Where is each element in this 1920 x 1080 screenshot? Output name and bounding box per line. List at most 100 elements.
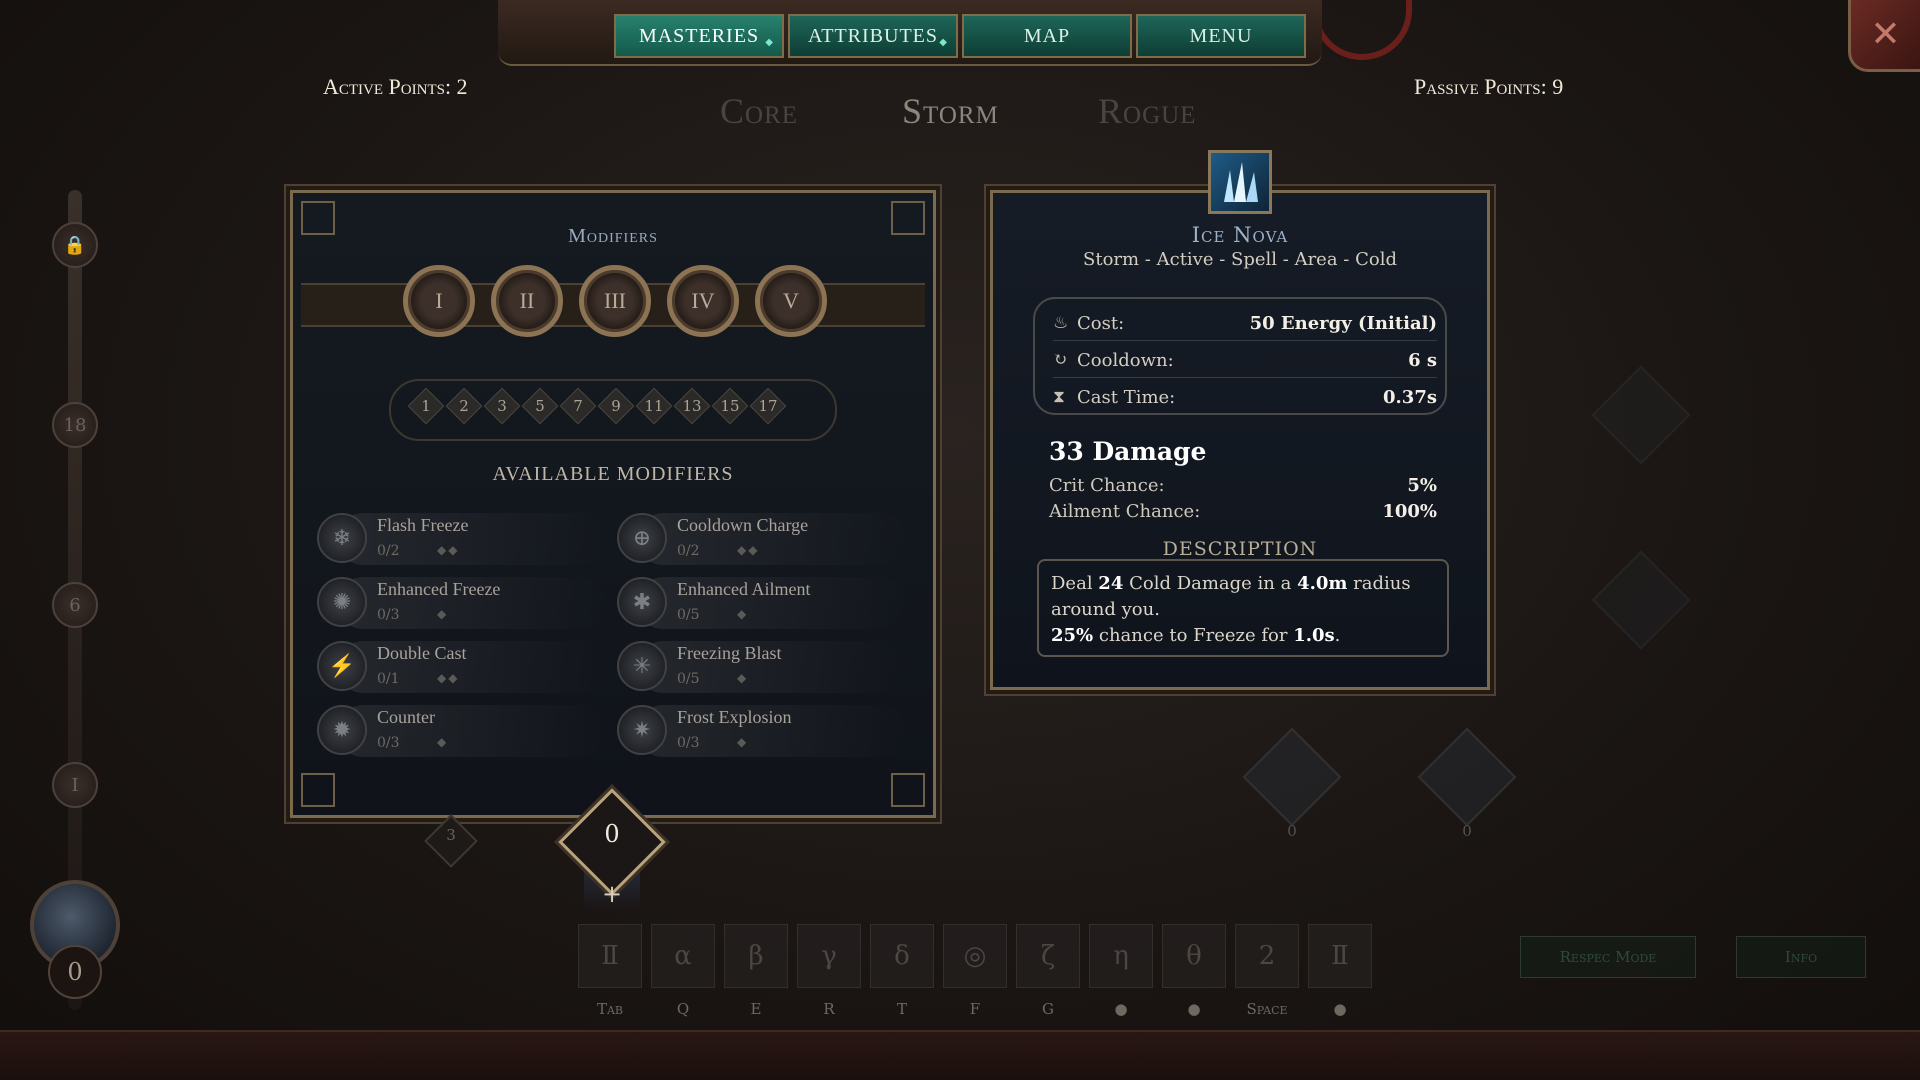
notification-dot-icon: ◆ [765,37,774,48]
mastery-tab-storm[interactable]: Storm [902,90,999,132]
modifier-flash-freeze[interactable]: ❄ Flash Freeze 0/2 ◆◆ [317,509,607,567]
skill-details-panel: Ice Nova Storm - Active - Spell - Area -… [990,190,1490,690]
level-requirement: 9 [611,397,621,415]
desc-text: Cold Damage in a [1123,573,1298,594]
snowflake-icon: ❄ [317,513,367,563]
modifier-enhanced-ailment[interactable]: ✱ Enhanced Ailment 0/5 ◆ [617,573,907,631]
tab-map[interactable]: Map [962,14,1132,58]
energy-icon: ♨ [1053,313,1069,333]
skill-damage: 33 Damage [1049,437,1207,466]
modifier-counter[interactable]: ✹ Counter 0/3 ◆ [317,701,607,759]
hotbar-key-label: T [896,1000,907,1018]
tier-button-4[interactable]: IV [667,265,739,337]
modifier-double-cast[interactable]: ⚡ Double Cast 0/1 ◆◆ [317,637,607,695]
modifier-frost-explosion[interactable]: ✷ Frost Explosion 0/3 ◆ [617,701,907,759]
modifier-cost-diamonds: ◆ [437,607,449,621]
hotbar-key-label: Tab [596,1000,624,1018]
hotbar-slot[interactable]: Ⅱ [1308,924,1372,988]
tab-masteries[interactable]: Masteries ◆ [614,14,784,58]
modifier-count: 0/3 [377,735,400,751]
locked-passive-node [1591,550,1691,650]
add-point-button[interactable]: + [600,880,624,910]
modifier-count: 0/3 [677,735,700,751]
level-requirement: 2 [459,397,469,415]
tab-menu-label: Menu [1189,24,1253,47]
stat-value: 0.37s [1383,387,1437,408]
tier-button-3[interactable]: III [579,265,651,337]
level-requirement: 1 [421,397,431,415]
hotbar-key-label: Q [676,1000,690,1018]
stat-label: Cooldown: [1077,350,1174,371]
active-points: Active Points: 2 [323,74,468,99]
stat-value: 6 s [1408,350,1437,371]
mastery-tab-core[interactable]: Core [720,90,798,132]
modifier-name: Enhanced Ailment [677,579,811,599]
track-node-18: 18 [52,402,98,448]
desc-value: 4.0m [1297,573,1348,594]
passive-node-value: 0 [1287,822,1297,840]
respec-mode-button[interactable]: Respec Mode [1520,936,1696,978]
desc-value: 1.0s [1293,625,1335,646]
skill-description: Deal 24 Cold Damage in a 4.0m radius aro… [1037,559,1449,657]
hotbar-slot[interactable]: 2 [1235,924,1299,988]
modifier-name: Enhanced Freeze [377,579,501,599]
ailment-chance-label: Ailment Chance: [1049,501,1201,522]
modifier-name: Frost Explosion [677,707,792,727]
tier-button-1[interactable]: I [403,265,475,337]
modifier-cooldown-charge[interactable]: ⊕ Cooldown Charge 0/2 ◆◆ [617,509,907,567]
passive-node[interactable] [1417,727,1517,827]
hotbar-key-label: E [750,1000,762,1018]
modifier-count: 0/2 [677,543,700,559]
cooldown-icon: ↻ [1053,350,1068,370]
modifier-enhanced-freeze[interactable]: ✺ Enhanced Freeze 0/3 ◆ [317,573,607,631]
cooldown-icon: ⊕ [617,513,667,563]
tab-attributes-label: Attributes [808,24,938,47]
modifier-cost-diamonds: ◆◆ [737,543,760,557]
modifier-name: Flash Freeze [377,515,469,535]
hotbar-slot[interactable]: β [724,924,788,988]
hotbar-slot[interactable]: ζ [1016,924,1080,988]
hotbar-slot[interactable]: θ [1162,924,1226,988]
hotbar-slot[interactable]: Ⅱ [578,924,642,988]
close-button[interactable]: ✕ [1848,0,1920,72]
hotbar-key-label: G [1042,1000,1054,1018]
desc-value: 25% [1051,625,1094,646]
tier-button-5[interactable]: V [755,265,827,337]
tab-map-label: Map [1023,24,1071,47]
notification-dot-icon: ◆ [939,37,948,48]
info-button[interactable]: Info [1736,936,1866,978]
tab-menu[interactable]: Menu [1136,14,1306,58]
desc-text: . [1334,625,1341,646]
hotbar-slot[interactable]: γ [797,924,861,988]
passive-points: Passive Points: 9 [1414,74,1564,99]
mastery-tab-rogue[interactable]: Rogue [1098,90,1196,132]
description-title: DESCRIPTION [1162,538,1318,560]
modifier-freezing-blast[interactable]: ✳ Freezing Blast 0/5 ◆ [617,637,907,695]
tier-button-2[interactable]: II [491,265,563,337]
stat-cost: ♨ Cost: 50 Energy (Initial) [1053,311,1437,341]
hotbar-slot[interactable]: α [651,924,715,988]
stat-value: 50 Energy (Initial) [1249,313,1437,334]
hotbar-slot[interactable]: η [1089,924,1153,988]
level-requirement: 3 [497,397,507,415]
level-requirement: 5 [535,397,545,415]
modifier-cost-diamonds: ◆ [737,607,749,621]
hotbar-key-label: Space [1246,1000,1288,1018]
hotbar-slot[interactable]: δ [870,924,934,988]
modifier-name: Double Cast [377,643,467,663]
hotbar-key-label: ● [1187,1000,1201,1018]
passive-node[interactable] [1242,727,1342,827]
modifier-points-node: 0 [558,788,666,896]
ailment-chance-row: Ailment Chance: 100% [1049,501,1437,522]
tab-masteries-label: Masteries [638,24,760,47]
stat-cooldown: ↻ Cooldown: 6 s [1053,348,1437,378]
nav-right-ornament [1312,0,1412,60]
modifier-cost-diamonds: ◆◆ [437,671,460,685]
tab-attributes[interactable]: Attributes ◆ [788,14,958,58]
modifiers-panel: Modifiers I II III IV V AVAILABLE MODIFI… [290,190,936,818]
modifier-points-value: 0 [604,820,620,848]
hotbar-slot[interactable]: ◎ [943,924,1007,988]
crit-chance-value: 5% [1407,475,1437,496]
level-requirement: 7 [573,397,583,415]
available-modifiers-title: AVAILABLE MODIFIERS [492,463,734,485]
